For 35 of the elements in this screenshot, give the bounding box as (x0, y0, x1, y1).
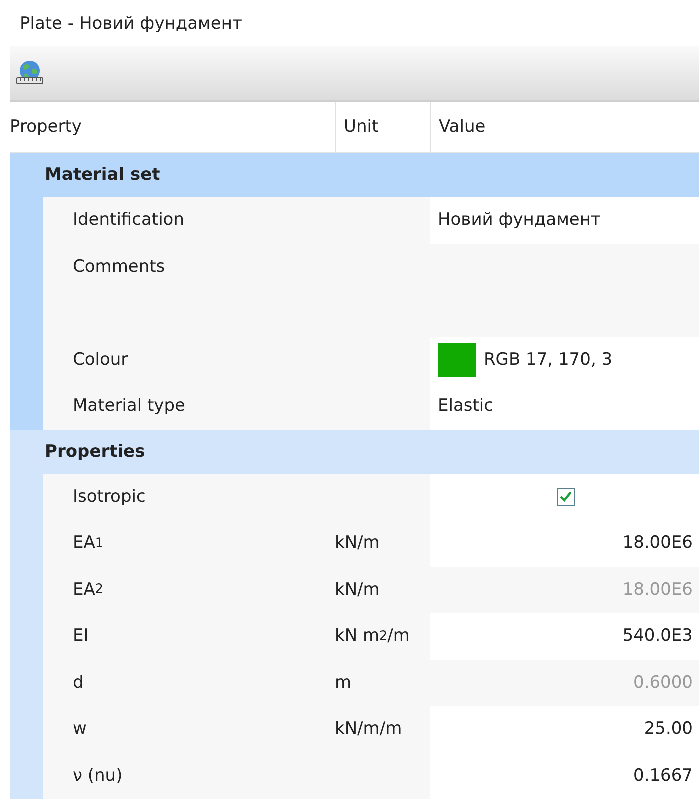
value-cell[interactable]: Elastic (430, 383, 699, 430)
property-label: w (72, 718, 88, 742)
colour-value: RGB 17, 170, 3 (484, 350, 613, 370)
value-cell[interactable]: Новий фундамент (430, 197, 699, 244)
property-label: EI (72, 625, 90, 648)
window-title: Plate - Новий фундамент (19, 13, 244, 36)
table-row[interactable]: Isotropic (43, 474, 699, 520)
property-label: Isotropic (72, 486, 147, 509)
table-row[interactable]: Material type Elastic (43, 383, 699, 430)
table-row[interactable]: w kN/m/m 25.00 (43, 706, 699, 752)
property-label: Colour (72, 348, 130, 372)
property-label: Comments (72, 256, 166, 278)
table-row[interactable]: Comments (43, 244, 699, 336)
table-row[interactable]: Colour RGB 17, 170, 3 (43, 336, 699, 383)
column-header[interactable]: Unit (335, 102, 430, 152)
value-cell[interactable]: 0.1667 (430, 752, 699, 799)
property-label: d (72, 672, 85, 695)
unit-label: kN/m/m (335, 718, 404, 742)
unit-label: m (335, 672, 353, 695)
unit-label: kN/m (335, 532, 381, 556)
property-label: Material type (72, 395, 186, 418)
group-header[interactable]: Material set (10, 153, 699, 197)
value-cell[interactable]: 18.00E6 (430, 520, 699, 566)
table-row[interactable]: Identification Новий фундамент (43, 197, 699, 244)
column-header[interactable]: Value (430, 102, 699, 152)
unit-label: kN/m (335, 578, 381, 602)
checkbox[interactable] (556, 488, 574, 506)
property-label: Identification (72, 209, 186, 232)
column-header[interactable]: Property (10, 102, 335, 152)
colour-swatch[interactable] (438, 342, 476, 377)
property-label: ν (nu) (72, 764, 124, 788)
group-header[interactable]: Properties (10, 430, 699, 474)
value-cell[interactable]: 540.0E3 (430, 613, 699, 660)
value-cell[interactable]: 25.00 (430, 706, 699, 752)
table-row[interactable]: ν (nu) 0.1667 (43, 752, 699, 799)
